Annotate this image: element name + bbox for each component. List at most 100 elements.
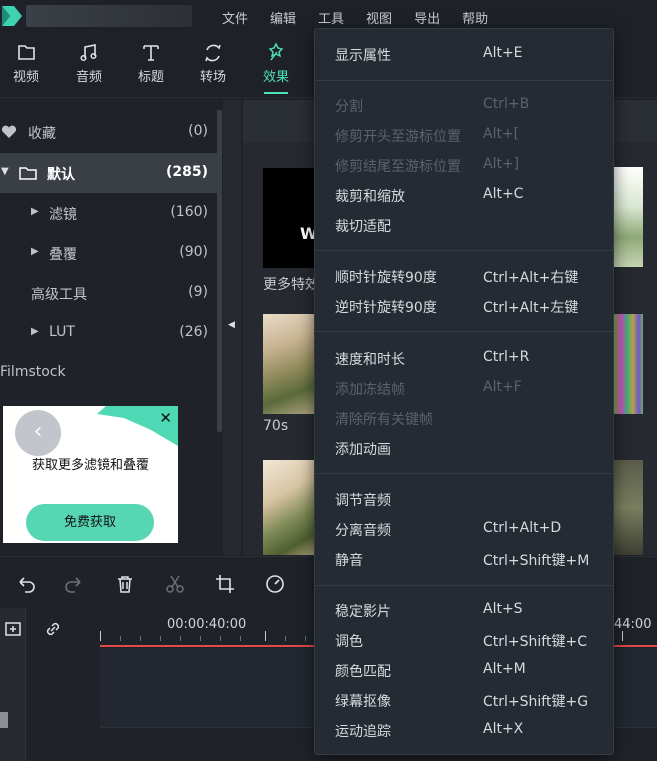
menu-edit[interactable]: 编辑 bbox=[270, 8, 296, 27]
caret-right-icon: ▶ bbox=[31, 246, 39, 257]
menu-item-shortcut: Ctrl+B bbox=[483, 96, 530, 112]
menu-item-green-screen[interactable]: 绿幕抠像 Ctrl+Shift键+G bbox=[315, 685, 613, 715]
tab-audio[interactable]: 音频 bbox=[65, 40, 113, 85]
get-free-button[interactable]: 免费获取 bbox=[26, 504, 154, 541]
menu-item-label: 添加动画 bbox=[335, 442, 391, 458]
menu-item-trim-end[interactable]: 修剪结尾至游标位置 Alt+] bbox=[315, 150, 613, 180]
effect-label: 更多特效 bbox=[263, 277, 319, 293]
menu-item-color-match[interactable]: 颜色匹配 Alt+M bbox=[315, 655, 613, 685]
menu-file[interactable]: 文件 bbox=[222, 8, 248, 27]
menu-bar: 文件 编辑 工具 视图 导出 帮助 bbox=[222, 8, 510, 27]
menu-separator bbox=[315, 473, 613, 474]
collapse-panel-icon[interactable]: ◀ bbox=[228, 320, 235, 330]
timeline-controls bbox=[5, 608, 100, 761]
sidebar-item-count: (160) bbox=[170, 204, 208, 220]
sidebar-scrollbar[interactable] bbox=[217, 110, 222, 432]
folder-icon bbox=[19, 167, 37, 180]
menu-item-adjust-audio[interactable]: 调节音频 bbox=[315, 484, 613, 514]
section-label: Filmstock bbox=[0, 364, 66, 380]
app-logo-icon bbox=[2, 6, 22, 26]
link-icon[interactable] bbox=[42, 618, 64, 640]
menu-item-shortcut: Ctrl+Alt+左键 bbox=[483, 300, 579, 316]
caret-right-icon: ▶ bbox=[31, 206, 39, 217]
tab-titles[interactable]: 标题 bbox=[127, 40, 175, 85]
effect-thumbnail[interactable] bbox=[614, 314, 643, 414]
tab-video[interactable]: 视频 bbox=[2, 40, 50, 85]
menu-item-shortcut: Alt+M bbox=[483, 661, 526, 677]
menu-item-label: 调节音频 bbox=[335, 493, 391, 509]
menu-item-speed-duration[interactable]: 速度和时长 Ctrl+R bbox=[315, 343, 613, 373]
menu-item-crop-fit[interactable]: 裁切适配 bbox=[315, 210, 613, 240]
sidebar-section-filmstock[interactable]: Filmstock bbox=[0, 353, 218, 393]
menu-item-show-properties[interactable]: 显示属性 Alt+E bbox=[315, 39, 613, 69]
menu-item-rotate-ccw[interactable]: 逆时针旋转90度 Ctrl+Alt+左键 bbox=[315, 291, 613, 321]
delete-icon[interactable] bbox=[114, 573, 136, 595]
sidebar-item-overlays[interactable]: ▶ 叠覆 (90) bbox=[0, 233, 218, 273]
menu-item-motion-tracking[interactable]: 运动追踪 Alt+X bbox=[315, 715, 613, 745]
menu-item-label: 顺时针旋转90度 bbox=[335, 270, 437, 286]
sidebar-item-count: (9) bbox=[188, 284, 208, 300]
tab-label: 转场 bbox=[199, 70, 226, 85]
menu-item-label: 绿幕抠像 bbox=[335, 694, 391, 710]
sidebar-item-label: 滤镜 bbox=[49, 207, 77, 223]
menu-item-label: 调色 bbox=[335, 634, 363, 650]
menu-item-stabilize[interactable]: 稳定影片 Alt+S bbox=[315, 595, 613, 625]
menu-item-label: 修剪结尾至游标位置 bbox=[335, 159, 461, 175]
menu-item-trim-start[interactable]: 修剪开头至游标位置 Alt+[ bbox=[315, 120, 613, 150]
menu-item-color-grade[interactable]: 调色 Ctrl+Shift键+C bbox=[315, 625, 613, 655]
menu-separator bbox=[315, 80, 613, 81]
menu-item-label: 修剪开头至游标位置 bbox=[335, 129, 461, 145]
menu-item-shortcut: Ctrl+Shift键+G bbox=[483, 694, 589, 710]
tab-transitions[interactable]: 转场 bbox=[189, 40, 237, 85]
menu-view[interactable]: 视图 bbox=[366, 8, 392, 27]
sidebar-item-advanced-tools[interactable]: 高级工具 (9) bbox=[0, 273, 218, 313]
sidebar-item-count: (26) bbox=[179, 324, 208, 340]
redo-icon[interactable] bbox=[63, 573, 85, 595]
timecode-label: 44:00 bbox=[614, 617, 652, 632]
scissors-icon[interactable] bbox=[164, 573, 186, 595]
close-icon[interactable]: ✕ bbox=[159, 409, 172, 427]
sidebar-item-label: LUT bbox=[49, 324, 75, 340]
menu-item-shortcut: Ctrl+R bbox=[483, 349, 530, 365]
tab-label: 效果 bbox=[262, 70, 289, 85]
effect-thumbnail[interactable] bbox=[614, 167, 643, 267]
menu-item-detach-audio[interactable]: 分离音频 Ctrl+Alt+D bbox=[315, 514, 613, 544]
sidebar-item-filters[interactable]: ▶ 滤镜 (160) bbox=[0, 193, 218, 233]
undo-icon[interactable] bbox=[15, 573, 37, 595]
sidebar-item-lut[interactable]: ▶ LUT (26) bbox=[0, 313, 218, 353]
menu-item-add-animation[interactable]: 添加动画 bbox=[315, 433, 613, 463]
menu-item-label: 裁剪和缩放 bbox=[335, 189, 405, 205]
menu-item-label: 静音 bbox=[335, 553, 363, 569]
folder-icon bbox=[18, 45, 35, 60]
menu-separator bbox=[315, 250, 613, 251]
add-track-icon[interactable] bbox=[4, 620, 24, 638]
track-scroll-handle[interactable] bbox=[0, 712, 8, 728]
effect-thumbnail[interactable] bbox=[614, 460, 643, 555]
sidebar-item-favorites[interactable]: 收藏 (0) bbox=[0, 112, 218, 152]
speed-gauge-icon[interactable] bbox=[264, 573, 286, 595]
project-name bbox=[26, 5, 192, 27]
sidebar-item-default[interactable]: ▼ 默认 (285) bbox=[0, 153, 218, 193]
menu-item-rotate-cw[interactable]: 顺时针旋转90度 Ctrl+Alt+右键 bbox=[315, 261, 613, 291]
menu-item-shortcut: Alt+[ bbox=[483, 126, 520, 142]
music-note-icon bbox=[80, 44, 97, 62]
title-t-icon bbox=[143, 45, 159, 61]
sidebar-item-count: (0) bbox=[188, 123, 208, 139]
menu-help[interactable]: 帮助 bbox=[462, 8, 488, 27]
sidebar-item-count: (285) bbox=[165, 164, 208, 180]
menu-export[interactable]: 导出 bbox=[414, 8, 440, 27]
tab-effects[interactable]: 效果 bbox=[252, 40, 300, 94]
menu-item-shortcut: Alt+C bbox=[483, 186, 524, 202]
menu-item-clear-keyframes[interactable]: 清除所有关键帧 bbox=[315, 403, 613, 433]
crop-icon[interactable] bbox=[214, 573, 236, 595]
timecode-label: 00:00:40:00 bbox=[167, 617, 247, 632]
menu-item-label: 添加冻结帧 bbox=[335, 382, 405, 398]
menu-item-crop-zoom[interactable]: 裁剪和缩放 Alt+C bbox=[315, 180, 613, 210]
menu-item-freeze-frame[interactable]: 添加冻结帧 Alt+F bbox=[315, 373, 613, 403]
menu-tools[interactable]: 工具 bbox=[318, 8, 344, 27]
menu-item-mute[interactable]: 静音 Ctrl+Shift键+M bbox=[315, 544, 613, 574]
menu-item-split[interactable]: 分割 Ctrl+B bbox=[315, 90, 613, 120]
sidebar-item-label: 默认 bbox=[47, 167, 75, 183]
chevron-left-icon[interactable]: ‹ bbox=[15, 410, 61, 456]
effect-label: 70s bbox=[263, 418, 289, 434]
